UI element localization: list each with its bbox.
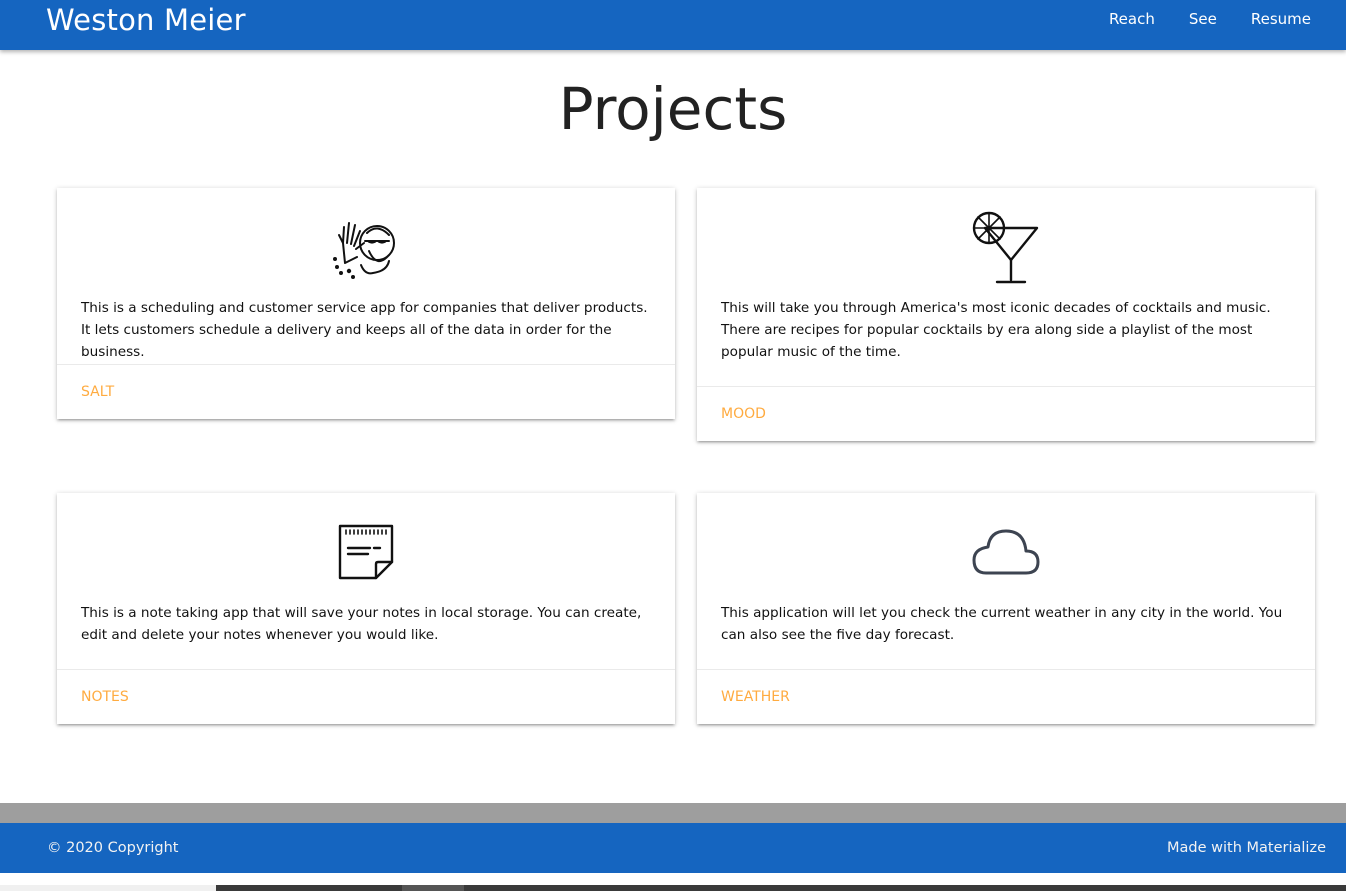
weather-link[interactable]: WEATHER — [721, 689, 790, 705]
card-content: This is a note taking app that will save… — [57, 493, 675, 669]
nav-links: Reach See Resume — [1092, 0, 1346, 38]
card-description: This application will let you check the … — [721, 605, 1283, 643]
card-description: This will take you through America's mos… — [721, 300, 1271, 360]
card-content: This is a scheduling and customer servic… — [57, 188, 675, 364]
card-action: SALT — [57, 364, 675, 418]
card-action: WEATHER — [697, 669, 1315, 723]
notes-link[interactable]: NOTES — [81, 689, 129, 705]
made-with-link[interactable]: Made with Materialize — [1167, 823, 1326, 873]
nav-link-resume[interactable]: Resume — [1234, 0, 1346, 38]
project-card-notes: This is a note taking app that will save… — [57, 493, 675, 724]
nav-link-reach[interactable]: Reach — [1092, 0, 1172, 38]
card-action: NOTES — [57, 669, 675, 723]
nav-link-see[interactable]: See — [1172, 0, 1234, 38]
copyright-text: © 2020 Copyright — [47, 840, 179, 856]
notepad-icon — [338, 524, 394, 580]
mood-link[interactable]: MOOD — [721, 406, 766, 422]
page-footer: © 2020 Copyright Made with Materialize — [0, 823, 1346, 873]
project-card-salt: This is a scheduling and customer servic… — [57, 188, 675, 419]
scrollbar-thumb[interactable] — [216, 885, 1346, 891]
card-content: This application will let you check the … — [697, 493, 1315, 669]
top-navbar: Weston Meier Reach See Resume — [0, 0, 1346, 50]
project-card-mood: This will take you through America's mos… — [697, 188, 1315, 441]
card-action: MOOD — [697, 386, 1315, 440]
zombie-hand-icon — [333, 222, 395, 279]
cocktail-glass-icon — [972, 211, 1039, 284]
project-card-weather: This application will let you check the … — [697, 493, 1315, 724]
card-description: This is a scheduling and customer servic… — [81, 300, 648, 360]
footer-divider-band — [0, 803, 1346, 823]
cloud-icon — [972, 529, 1040, 575]
card-content: This will take you through America's mos… — [697, 188, 1315, 386]
scrollbar-thumb-highlight — [402, 885, 464, 891]
brand-logo[interactable]: Weston Meier — [46, 2, 246, 38]
horizontal-scrollbar[interactable] — [0, 873, 1346, 891]
page-title: Projects — [558, 75, 788, 143]
card-description: This is a note taking app that will save… — [81, 605, 642, 643]
salt-link[interactable]: SALT — [81, 384, 114, 400]
